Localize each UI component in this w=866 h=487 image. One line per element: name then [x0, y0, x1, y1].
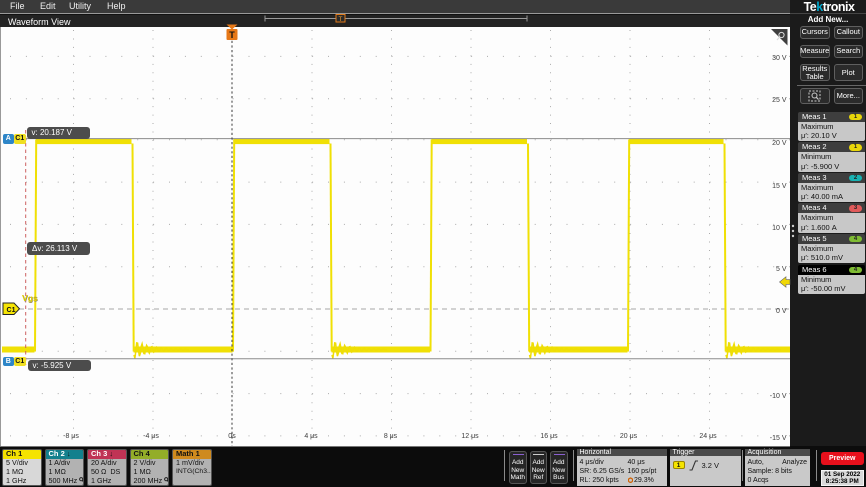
svg-text:T: T — [229, 30, 235, 40]
svg-text:C1: C1 — [7, 307, 16, 314]
svg-text:T: T — [339, 16, 343, 23]
